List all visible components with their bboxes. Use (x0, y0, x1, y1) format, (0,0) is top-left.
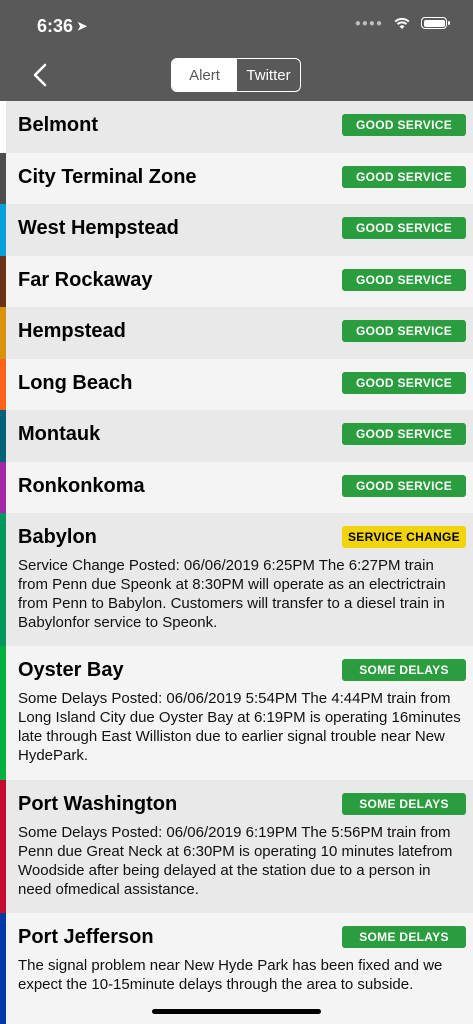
location-arrow-icon: ➤ (77, 19, 88, 33)
branch-row[interactable]: Belmont GOOD SERVICE (0, 101, 473, 153)
status-badge: GOOD SERVICE (342, 217, 466, 239)
branch-name: Hempstead (18, 320, 126, 342)
status-badge: GOOD SERVICE (342, 114, 466, 136)
branch-name: Port Washington (18, 793, 178, 815)
alert-description: Some Delays Posted: 06/06/2019 6:19PM Th… (18, 824, 453, 898)
signal-icon: ●●●● (354, 17, 383, 29)
branch-name: Ronkonkoma (18, 475, 145, 497)
status-badge: GOOD SERVICE (342, 372, 466, 394)
branch-name: Babylon (18, 526, 97, 548)
alert-description: The signal problem near New Hyde Park ha… (18, 957, 443, 993)
tab-alert[interactable]: Alert (172, 59, 237, 91)
status-icons: ●●●● (354, 16, 450, 30)
branch-name: City Terminal Zone (18, 166, 197, 188)
status-badge: SOME DELAYS (342, 926, 466, 948)
branch-row[interactable]: Ronkonkoma GOOD SERVICE (0, 462, 473, 513)
alert-description: Service Change Posted: 06/06/2019 6:25PM… (18, 557, 446, 631)
status-badge: GOOD SERVICE (342, 166, 466, 188)
branch-name: Far Rockaway (18, 269, 153, 291)
branch-name: West Hempstead (18, 217, 179, 239)
branch-row[interactable]: Port Jefferson SOME DELAYS The signal prob… (0, 913, 473, 1024)
alert-description: Some Delays Posted: 06/06/2019 5:54PM Th… (18, 690, 461, 764)
branch-name: Long Beach (18, 372, 133, 394)
branch-row[interactable]: Long Beach GOOD SERVICE (0, 359, 473, 410)
branch-name: Port Jefferson (18, 926, 154, 948)
branch-row[interactable]: City Terminal Zone GOOD SERVICE (0, 153, 473, 204)
source-segmented-control: Alert Twitter (171, 58, 301, 92)
status-badge: GOOD SERVICE (342, 423, 466, 445)
time-text: 6:36 (37, 16, 74, 36)
tab-twitter[interactable]: Twitter (237, 59, 300, 91)
branch-name: Oyster Bay (18, 659, 124, 681)
branch-row[interactable]: Port Washington SOME DELAYS Some Delays Po… (0, 780, 473, 913)
nav-bar: 6:36 ➤ ●●●● Alert Twitter (0, 0, 473, 101)
home-indicator[interactable] (152, 1009, 321, 1014)
branch-status-list: Belmont GOOD SERVICE City Terminal Zone GOO… (0, 101, 473, 1024)
branch-row[interactable]: Montauk GOOD SERVICE (0, 410, 473, 462)
branch-row[interactable]: Hempstead GOOD SERVICE (0, 307, 473, 359)
branch-row[interactable]: Oyster Bay SOME DELAYS Some Delays Posted:… (0, 646, 473, 780)
branch-row[interactable]: Far Rockaway GOOD SERVICE (0, 256, 473, 307)
status-badge: SERVICE CHANGE (342, 526, 466, 548)
status-badge: SOME DELAYS (342, 793, 466, 815)
branch-name: Montauk (18, 423, 101, 445)
branch-row[interactable]: Babylon SERVICE CHANGE Service Change Post… (0, 513, 473, 646)
branch-row[interactable]: West Hempstead GOOD SERVICE (0, 204, 473, 256)
wifi-icon (394, 17, 410, 29)
back-button[interactable] (30, 62, 52, 88)
status-badge: SOME DELAYS (342, 659, 466, 681)
status-badge: GOOD SERVICE (342, 475, 466, 497)
battery-icon (421, 17, 450, 29)
branch-name: Belmont (18, 114, 98, 136)
status-time: 6:36 ➤ (37, 16, 87, 37)
status-badge: GOOD SERVICE (342, 269, 466, 291)
status-badge: GOOD SERVICE (342, 320, 466, 342)
